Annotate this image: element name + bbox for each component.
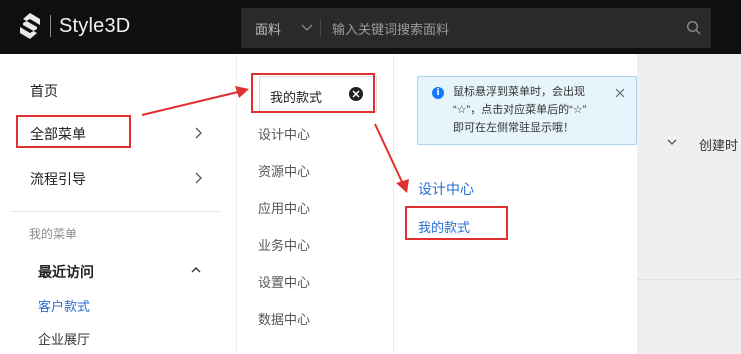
background-page — [637, 54, 741, 354]
search-input[interactable]: 输入关键词搜索面料 — [332, 19, 449, 38]
submenu-item-data-center[interactable]: 数据中心 — [258, 309, 310, 328]
divider — [637, 279, 741, 280]
annotation-box — [405, 206, 508, 240]
submenu-item-business-center[interactable]: 业务中心 — [258, 235, 310, 254]
submenu-item-settings-center[interactable]: 设置中心 — [258, 272, 310, 291]
recent-item-showroom[interactable]: 企业展厅 — [38, 329, 90, 348]
search-results-panel: i 鼠标悬浮到菜单时，会出现 “☆”，点击对应菜单后的“☆” 即可在左侧常驻显示… — [395, 54, 637, 354]
tip-text: 鼠标悬浮到菜单时，会出现 “☆”，点击对应菜单后的“☆” 即可在左侧常驻显示哦！ — [453, 83, 613, 137]
close-icon[interactable] — [614, 87, 626, 99]
brand-name: Style3D — [59, 14, 131, 37]
recent-visits-toggle[interactable]: 最近访问 — [38, 262, 94, 282]
tip-line: 即可在左侧常驻显示哦！ — [453, 122, 574, 134]
submenu-item-design-center[interactable]: 设计中心 — [258, 124, 310, 143]
tip-line: “☆”，点击对应菜单后的“☆” — [453, 104, 587, 116]
chevron-right-icon — [195, 172, 202, 184]
brand-logo[interactable]: Style3D — [18, 12, 130, 40]
annotation-box — [16, 115, 131, 148]
search-divider — [320, 19, 321, 37]
search-icon[interactable] — [686, 20, 701, 35]
menu-item-home[interactable]: 首页 — [30, 81, 58, 101]
main-menu: 首页 全部菜单 流程引导 我的菜单 最近访问 客户款式 企业展厅 — [0, 54, 236, 354]
tip-alert: i 鼠标悬浮到菜单时，会出现 “☆”，点击对应菜单后的“☆” 即可在左侧常驻显示… — [417, 76, 637, 145]
info-icon: i — [432, 87, 444, 99]
submenu-item-app-center[interactable]: 应用中心 — [258, 198, 310, 217]
menu-divider — [10, 211, 220, 212]
chevron-down-icon — [667, 139, 677, 145]
result-group-title: 设计中心 — [418, 181, 474, 197]
menu-item-guide[interactable]: 流程引导 — [30, 169, 86, 189]
chevron-up-icon[interactable] — [190, 265, 202, 275]
top-bar: Style3D 面料 输入关键词搜索面料 — [0, 0, 741, 54]
submenu-item-resource-center[interactable]: 资源中心 — [258, 161, 310, 180]
logo-divider — [50, 15, 51, 37]
annotation-box — [251, 73, 375, 113]
recent-item-customer-styles[interactable]: 客户款式 — [38, 296, 90, 315]
tip-line: 鼠标悬浮到菜单时，会出现 — [453, 86, 585, 98]
chevron-right-icon — [195, 127, 202, 139]
search-category-select[interactable]: 面料 — [255, 19, 281, 38]
style3d-logo-icon — [20, 13, 40, 39]
my-menu-section-title: 我的菜单 — [29, 227, 78, 241]
create-time-column[interactable]: 创建时 — [699, 135, 738, 154]
chevron-down-icon[interactable] — [300, 20, 314, 34]
global-search[interactable]: 面料 输入关键词搜索面料 — [241, 8, 711, 48]
